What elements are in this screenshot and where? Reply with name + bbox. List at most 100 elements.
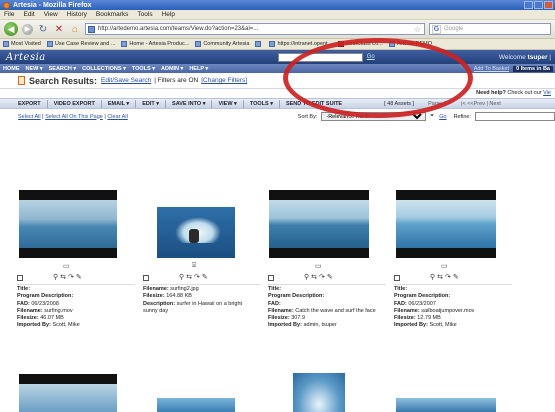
asset-checkbox[interactable]	[394, 275, 400, 281]
asset-field: Filesize: 12.79 MB	[394, 315, 441, 322]
edit-menu[interactable]: EDIT ▾	[142, 101, 159, 107]
back-icon[interactable]: ◀	[4, 22, 18, 36]
refine-input[interactable]	[475, 112, 555, 121]
email-menu[interactable]: EMAIL ▾	[108, 101, 129, 107]
window-titlebar: Artesia - Mozilla Firefox	[0, 0, 555, 10]
inspect-icon[interactable]: ⚲	[304, 274, 309, 281]
minimize-button[interactable]	[524, 1, 533, 9]
firefox-icon	[3, 1, 10, 9]
inspect-icon[interactable]: ⚲	[430, 274, 435, 281]
bookmark-item[interactable]: FirstClass Lo...	[338, 41, 383, 47]
share-icon[interactable]: ⇆	[60, 274, 66, 281]
basket-count[interactable]: 0 Items in Ba	[513, 65, 553, 72]
asset-checkbox[interactable]	[17, 275, 23, 281]
stop-icon[interactable]: ✕	[53, 24, 65, 35]
save-into-menu[interactable]: SAVE INTO ▾	[172, 101, 205, 107]
share-icon[interactable]: ⇆	[186, 274, 192, 281]
select-page-link[interactable]: Select All On This Page	[45, 114, 103, 120]
forward-icon[interactable]: ▶	[22, 23, 33, 35]
film-icon: ▭	[63, 263, 70, 270]
menu-bookmarks[interactable]: Bookmarks	[96, 11, 129, 18]
menu-history[interactable]: History	[67, 11, 87, 18]
close-button[interactable]	[544, 1, 553, 9]
web-search-input[interactable]: G Google	[429, 23, 551, 35]
edit-icon[interactable]: ✎	[453, 274, 459, 281]
app-menu-home[interactable]: HOME	[3, 66, 20, 72]
film-icon: ▭	[315, 263, 322, 270]
asset-thumbnail[interactable]	[396, 398, 496, 412]
pagination-links[interactable]: |< <<Prev | Next	[461, 101, 501, 107]
select-all-link[interactable]: Select All	[18, 114, 41, 120]
menu-help[interactable]: Help	[162, 11, 175, 18]
menu-file[interactable]: File	[4, 11, 14, 18]
edit-icon[interactable]: ✎	[202, 274, 208, 281]
asset-thumbnail[interactable]	[269, 190, 369, 258]
asset-checkbox[interactable]	[143, 275, 149, 281]
bookmark-item[interactable]: https://intranet.opent...	[269, 41, 332, 47]
asset-thumbnail[interactable]	[19, 190, 117, 258]
app-menu-tools[interactable]: TOOLS ▾	[132, 66, 155, 72]
asset-field: Filename: surfing2.jpg	[143, 286, 199, 292]
asset-thumbnail[interactable]	[157, 398, 235, 412]
asset-tools: ⚲ ⇆ ↷ ✎	[17, 273, 135, 283]
asset-thumbnail[interactable]	[157, 207, 235, 258]
edit-icon[interactable]: ✎	[327, 274, 333, 281]
rotate-icon[interactable]: ↷	[445, 274, 451, 281]
asset-thumbnail[interactable]	[293, 373, 345, 412]
asset-field: Imported By: Scott, Mike	[394, 322, 457, 329]
bookmark-item[interactable]	[255, 41, 263, 47]
view-menu[interactable]: VIEW ▾	[218, 101, 236, 107]
bookmark-item[interactable]: Community Artesia	[195, 41, 249, 47]
asset-card: ⚲ ⇆ ↷ ✎ Title: Program Description: FAD:…	[17, 273, 135, 330]
rotate-icon[interactable]: ↷	[68, 274, 74, 281]
rotate-icon[interactable]: ↷	[319, 274, 325, 281]
url-bar[interactable]: http://artedemo.artesia.com/teams/View.d…	[85, 23, 425, 35]
window-controls	[524, 1, 553, 9]
app-menu-admin[interactable]: ADMIN ▾	[161, 66, 183, 72]
reload-icon[interactable]: ↻	[37, 24, 49, 35]
bookmark-item[interactable]: Home - Artesia Produc...	[121, 41, 189, 47]
asset-field: Filesize: 307.9	[268, 315, 305, 322]
menu-edit[interactable]: Edit	[23, 11, 34, 18]
asset-checkbox[interactable]	[268, 275, 274, 281]
change-filters-link[interactable]: [Change Filters]	[201, 77, 247, 84]
app-menu-help[interactable]: HELP ▾	[189, 66, 208, 72]
send-to-edit-suite-button[interactable]: SEND TO EDIT SUITE	[286, 101, 342, 107]
app-menu-new[interactable]: NEW ▾	[26, 66, 43, 72]
bookmark-item[interactable]: Use Case Review and ...	[46, 41, 115, 47]
bookmark-star-icon[interactable]: ☆	[414, 25, 424, 34]
bookmark-item[interactable]: Most Visited	[3, 41, 41, 47]
add-to-basket-link[interactable]: Add To Basket	[474, 66, 509, 72]
export-button[interactable]: EXPORT	[18, 101, 41, 107]
results-header: Search Results: Edit/Save Search | Filte…	[0, 73, 555, 89]
menu-view[interactable]: View	[44, 11, 58, 18]
video-export-button[interactable]: VIDEO EXPORT	[54, 101, 95, 107]
app-header: Artesia Go Welcome tsuper |	[0, 50, 555, 64]
edit-save-search-link[interactable]: Edit/Save Search	[101, 77, 151, 84]
bookmark-item[interactable]: Artesia DEMO	[388, 41, 432, 47]
quick-search-go-link[interactable]: Go	[367, 54, 375, 60]
menu-tools[interactable]: Tools	[137, 11, 152, 18]
edit-icon[interactable]: ✎	[76, 274, 82, 281]
share-icon[interactable]: ⇆	[311, 274, 317, 281]
share-icon[interactable]: ⇆	[437, 274, 443, 281]
app-menu-search[interactable]: SEARCH ▾	[49, 66, 77, 72]
asset-thumbnail[interactable]	[396, 190, 496, 258]
maximize-button[interactable]	[534, 1, 543, 9]
asset-thumbnail[interactable]	[19, 374, 117, 412]
page-title: Search Results:	[29, 75, 98, 86]
help-link[interactable]: Vie	[543, 90, 551, 96]
tools-menu[interactable]: TOOLS ▾	[250, 101, 273, 107]
quick-search-input[interactable]	[277, 52, 363, 62]
clear-all-link[interactable]: Clear All	[107, 114, 127, 120]
filter-icon[interactable]: ⏷	[430, 113, 434, 120]
app-menu-collections[interactable]: COLLECTIONS ▾	[82, 66, 126, 72]
username[interactable]: tsuper	[528, 54, 548, 61]
surfer-figure	[189, 229, 199, 243]
inspect-icon[interactable]: ⚲	[53, 274, 58, 281]
inspect-icon[interactable]: ⚲	[179, 274, 184, 281]
sort-select[interactable]: -Relevance Rank-	[321, 112, 426, 121]
rotate-icon[interactable]: ↷	[194, 274, 200, 281]
home-icon[interactable]: ⌂	[69, 24, 81, 35]
sort-go-link[interactable]: Go	[439, 114, 446, 120]
